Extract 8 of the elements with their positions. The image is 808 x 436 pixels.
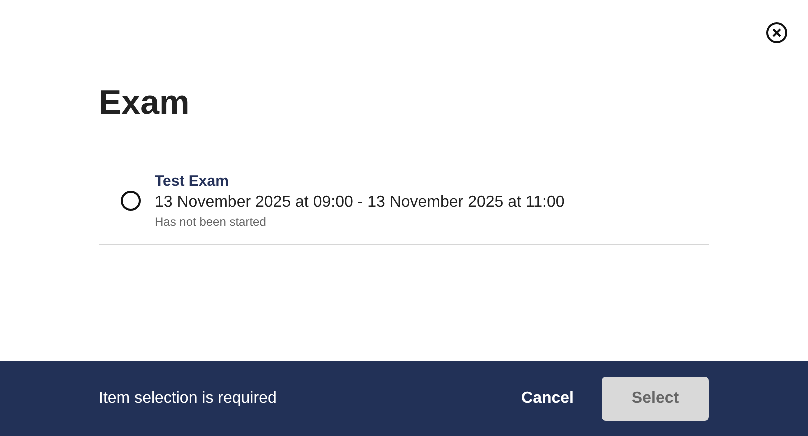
item-title: Test Exam <box>155 172 230 192</box>
item-status: Has not been started <box>155 214 268 230</box>
item-dates: 13 November 2025 at 09:00 - 13 November 2025 at 11:00 <box>155 193 565 213</box>
cancel-button[interactable]: Cancel <box>522 386 574 410</box>
radio-button[interactable] <box>121 191 141 211</box>
close-icon[interactable] <box>766 22 788 44</box>
validation-message: Item selection is required <box>99 388 277 408</box>
dialog-title: Exam <box>99 83 191 124</box>
